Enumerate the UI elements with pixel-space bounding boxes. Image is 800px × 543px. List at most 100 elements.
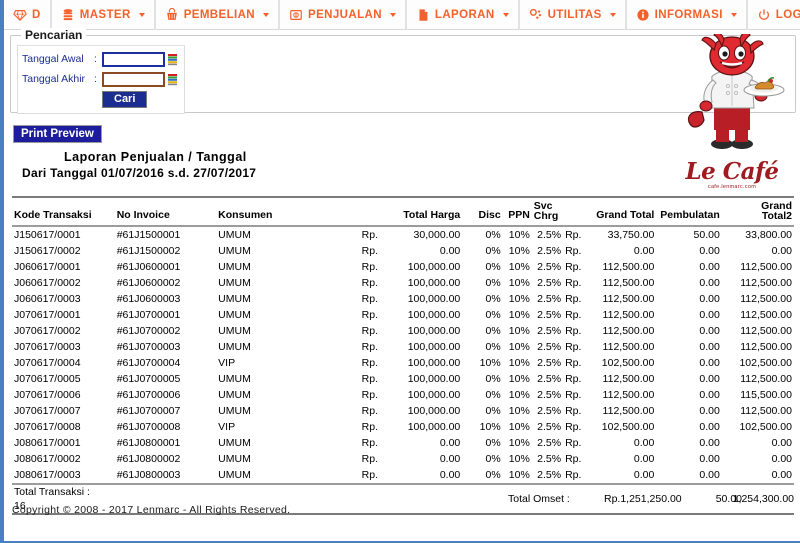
tanggal-akhir-row: Tanggal Akhir : bbox=[22, 69, 180, 89]
chevron-down-icon bbox=[502, 12, 509, 17]
th-gt2-line2: Total2 bbox=[761, 210, 792, 222]
calendar-icon[interactable] bbox=[167, 73, 178, 86]
report-date-range: Dari Tanggal 01/07/2016 s.d. 27/07/2017 bbox=[22, 166, 257, 180]
cell-konsumen: UMUM bbox=[218, 309, 251, 321]
cell-ppn: 10% bbox=[508, 357, 530, 369]
menu-item-informasi[interactable]: INFORMASI bbox=[625, 0, 747, 30]
tanggal-akhir-colon: : bbox=[94, 73, 97, 85]
cell-total-harga: 100,000.00 bbox=[407, 421, 461, 433]
chevron-down-icon bbox=[138, 12, 145, 17]
cell-kode: J070617/0004 bbox=[14, 357, 81, 369]
cell-rp-prefix: Rp. bbox=[359, 467, 388, 485]
cell-rp-prefix: Rp. bbox=[361, 357, 378, 369]
cell-rp-prefix: Rp. bbox=[361, 421, 378, 433]
menu-item-logout[interactable]: LOG OUT bbox=[746, 0, 800, 30]
cell-svc-chrg: 2.5% bbox=[537, 309, 562, 321]
table-row: J150617/0001 #61J1500001 UMUM Rp. 30,000.00 0… bbox=[12, 226, 794, 243]
cell-kode: J070617/0008 bbox=[14, 421, 81, 433]
power-icon bbox=[757, 8, 771, 22]
table-row: J080617/0003 #61J0800003 UMUM Rp. 0.00 0% 10% 2… bbox=[12, 467, 794, 485]
sales-report-table: Kode Transaksi No Invoice Konsumen Total… bbox=[12, 196, 794, 485]
total-omset-value: Rp.1,251,250.00 bbox=[604, 493, 682, 505]
cell-konsumen: UMUM bbox=[218, 437, 251, 449]
cell-ppn: 10% bbox=[508, 389, 530, 401]
cell-disc: 0% bbox=[485, 325, 501, 337]
tanggal-akhir-label: Tanggal Akhir bbox=[22, 73, 86, 85]
cell-rp-prefix: Rp. bbox=[361, 293, 378, 305]
cell-rp-prefix: Rp. bbox=[361, 229, 378, 241]
cell-grand-total: 0.00 bbox=[633, 245, 655, 257]
cell-grand-rp-prefix: Rp. bbox=[565, 293, 582, 305]
cell-rp-prefix: Rp. bbox=[361, 437, 378, 449]
cell-pembulatan: 0.00 bbox=[699, 325, 720, 337]
cell-grand-rp-prefix: Rp. bbox=[565, 309, 582, 321]
cell-grand-total: 112,500.00 bbox=[602, 293, 655, 305]
cell-grand-rp-prefix: Rp. bbox=[565, 229, 582, 241]
menu-item-utilitas[interactable]: UTILITAS bbox=[518, 0, 626, 30]
table-row: J070617/0004 #61J0700004 VIP Rp. 100,000.00 1… bbox=[12, 355, 794, 371]
cell-pembulatan: 0.00 bbox=[699, 405, 720, 417]
total-grand-total2: 1,254,300.00 bbox=[732, 493, 794, 505]
cell-grand-total: 0.00 bbox=[633, 453, 655, 465]
cell-ppn: 10% bbox=[508, 373, 530, 385]
cell-konsumen: VIP bbox=[218, 421, 236, 433]
cell-kode: J070617/0003 bbox=[14, 341, 81, 353]
chevron-down-icon bbox=[389, 12, 396, 17]
cell-disc: 0% bbox=[485, 261, 501, 273]
cell-grand-total2: 112,500.00 bbox=[740, 261, 792, 273]
tanggal-awal-input[interactable] bbox=[102, 51, 165, 67]
cell-total-harga: 100,000.00 bbox=[407, 325, 461, 337]
tanggal-awal-colon: : bbox=[94, 53, 97, 65]
cell-grand-total2: 0.00 bbox=[771, 245, 792, 257]
cell-rp-prefix: Rp. bbox=[361, 245, 378, 257]
menu-item-laporan[interactable]: LAPORAN bbox=[405, 0, 519, 30]
menu-item-master[interactable]: MASTER bbox=[50, 0, 155, 30]
cell-konsumen: UMUM bbox=[218, 293, 251, 305]
cell-kode: J080617/0003 bbox=[12, 467, 115, 485]
cell-grand-total2: 112,500.00 bbox=[740, 405, 792, 417]
table-row: J060617/0002 #61J0600002 UMUM Rp. 100,000.00… bbox=[12, 275, 794, 291]
th-svc-line2: Chrg bbox=[533, 210, 559, 222]
cell-konsumen: VIP bbox=[218, 357, 236, 369]
cell-pembulatan: 0.00 bbox=[699, 389, 720, 401]
menu-item-penjualan[interactable]: PENJUALAN bbox=[279, 0, 406, 30]
calendar-icon[interactable] bbox=[167, 53, 178, 66]
cell-grand-rp-prefix: Rp. bbox=[565, 421, 582, 433]
cell-grand-total: 102,500.00 bbox=[601, 357, 655, 369]
cell-kode: J070617/0007 bbox=[14, 405, 81, 417]
cell-rp-prefix: Rp. bbox=[361, 453, 378, 465]
chevron-down-icon bbox=[263, 12, 270, 17]
cell-invoice: #61J0700002 bbox=[116, 325, 181, 337]
settings-icon bbox=[529, 8, 543, 22]
cell-svc-chrg: 2.5% bbox=[537, 373, 562, 385]
cell-svc-chrg: 2.5% bbox=[537, 229, 562, 241]
tanggal-akhir-input[interactable] bbox=[102, 71, 165, 87]
cell-disc: 0% bbox=[485, 453, 501, 465]
print-preview-button[interactable]: Print Preview bbox=[13, 125, 102, 143]
cari-button[interactable]: Cari bbox=[102, 90, 148, 108]
cell-disc: 0% bbox=[485, 389, 501, 401]
cell-grand-rp-prefix: Rp. bbox=[565, 261, 582, 273]
th-grand-total2: Grand Total2 bbox=[721, 196, 794, 227]
table-row: J060617/0001 #61J0600001 UMUM Rp. 100,000.00… bbox=[12, 259, 794, 275]
menu-item-label: D bbox=[32, 8, 41, 21]
cell-invoice: #61J0800001 bbox=[116, 437, 181, 449]
cell-svc-chrg: 2.5% bbox=[537, 405, 562, 417]
menu-item-label: INFORMASI bbox=[654, 8, 723, 21]
cell-rp-prefix: Rp. bbox=[361, 373, 378, 385]
cell-total-harga: 100,000.00 bbox=[407, 261, 461, 273]
cell-grand-total2: 0.00 bbox=[771, 437, 792, 449]
menu-item-dashboard[interactable]: D bbox=[4, 0, 51, 30]
menu-item-pembelian[interactable]: PEMBELIAN bbox=[154, 0, 280, 30]
cell-grand-total2: 102,500.00 bbox=[739, 357, 792, 369]
cell-svc-chrg: 2.5% bbox=[537, 357, 562, 369]
cell-pembulatan: 0.00 bbox=[699, 373, 720, 385]
app-page: D MASTER PEMBELIAN PENJUALAN LAPORAN UTI… bbox=[0, 0, 800, 543]
menu-item-label: PENJUALAN bbox=[308, 8, 382, 21]
cell-disc: 0% bbox=[485, 245, 501, 257]
search-form: Tanggal Awal : Tanggal Akhir : Cari bbox=[17, 45, 185, 114]
cell-kode: J070617/0005 bbox=[14, 373, 81, 385]
table-row: J150617/0002 #61J1500002 UMUM Rp. 0.00 0% 10% 2… bbox=[12, 243, 794, 259]
th-disc: Disc bbox=[462, 196, 503, 227]
cell-grand-total2: 112,500.00 bbox=[740, 277, 792, 289]
